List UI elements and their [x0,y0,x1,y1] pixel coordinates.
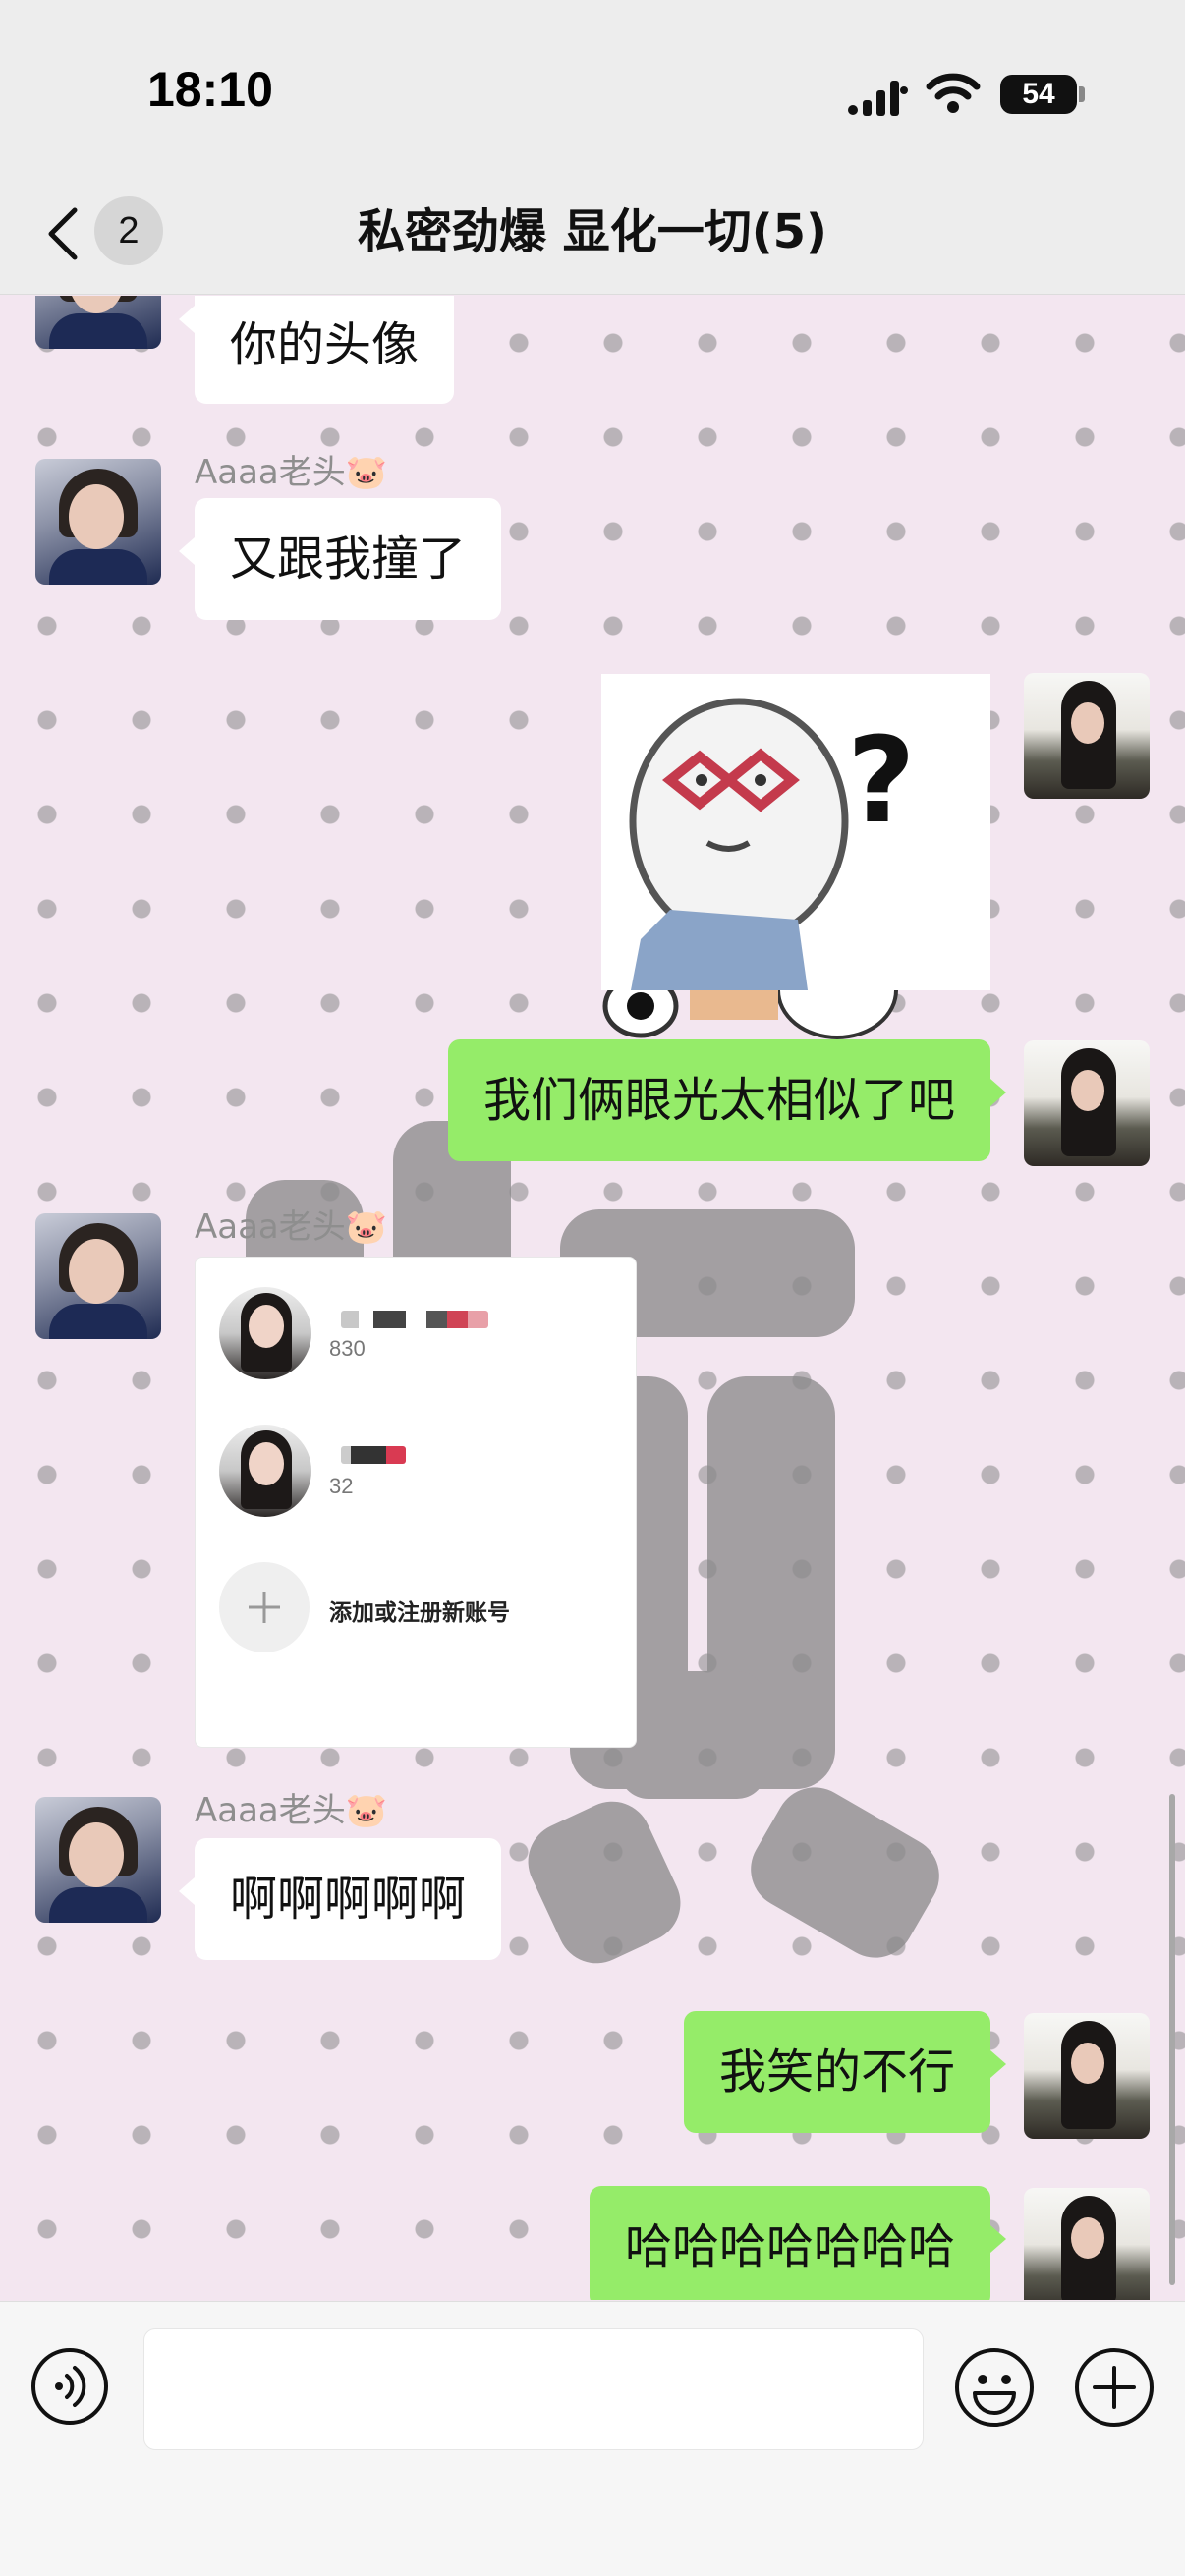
avatar-face [69,296,124,313]
chat-title[interactable]: 私密劲爆 显化一切(5) [197,200,988,263]
avatar-body [49,1304,147,1339]
avatar[interactable] [1024,2013,1150,2139]
avatar[interactable] [35,1797,161,1923]
add-account-label: 添加或注册新账号 [329,1600,510,1626]
blurred-name [341,1446,406,1464]
battery-icon: 54 [1000,75,1077,114]
sender-name: Aaaa老头🐷 [195,453,388,492]
avatar-face [69,1822,124,1887]
avatar-face [249,1442,284,1485]
avatar-face [69,484,124,549]
avatar-face [1071,2217,1104,2259]
sticker-overflow [602,990,898,1039]
message-text: 你的头像 [230,317,420,372]
message-text: 我笑的不行 [718,2044,955,2100]
emoji-icon[interactable] [953,2346,1036,2429]
account-count: 32 [329,1474,354,1498]
avatar[interactable] [1024,2188,1150,2300]
account-avatar [219,1425,311,1517]
account-count: 830 [329,1336,366,1361]
message-bubble[interactable]: 我们俩眼光太相似了吧 [447,1039,1007,1161]
image-message[interactable]: 830 32 添加或注册新账号 [195,1257,637,1748]
avatar[interactable] [35,459,161,585]
avatar-face [1071,702,1104,744]
scrollbar[interactable] [1169,1794,1175,2285]
avatar-face [69,1239,124,1304]
avatar[interactable] [35,1213,161,1339]
blurred-name [341,1311,488,1328]
confused-face-sticker: ? [601,674,990,990]
message-bubble[interactable]: 又跟我撞了 [178,498,502,620]
message-text: 哈哈哈哈哈哈哈 [624,2219,955,2274]
unread-badge[interactable]: 2 [94,196,163,265]
back-icon[interactable] [43,204,83,263]
avatar-face [249,1305,284,1348]
message-text: 又跟我撞了 [230,532,467,587]
message-input[interactable] [143,2328,924,2450]
message-bubble[interactable]: 啊啊啊啊啊 [178,1838,502,1960]
status-time: 18:10 [147,62,273,117]
plus-icon[interactable] [1073,2346,1156,2429]
wifi-icon [926,73,981,113]
svg-text:?: ? [847,713,916,850]
avatar-body [49,1887,147,1923]
avatar-body [49,313,147,349]
account-avatar [219,1287,311,1379]
sender-name: Aaaa老头🐷 [195,1207,388,1247]
status-bar: 18:10 54 [0,0,1185,177]
avatar[interactable] [1024,1040,1150,1166]
battery-cap [1079,86,1085,102]
message-bubble[interactable]: 你的头像 [178,296,455,404]
avatar-body [49,549,147,585]
add-account-button [219,1562,310,1652]
avatar-face [1071,2043,1104,2084]
signal-icon [848,81,908,116]
sender-name: Aaaa老头🐷 [195,1791,388,1830]
message-text: 我们俩眼光太相似了吧 [482,1073,955,1128]
plus-icon [249,1592,280,1623]
message-bubble[interactable]: 我笑的不行 [683,2011,1007,2133]
sticker-image[interactable]: ? [601,674,990,990]
voice-icon[interactable] [29,2346,110,2427]
avatar[interactable] [35,296,161,349]
avatar-face [1071,1070,1104,1111]
message-bubble[interactable]: 哈哈哈哈哈哈哈 [589,2186,1007,2300]
avatar[interactable] [1024,673,1150,799]
message-text: 啊啊啊啊啊 [230,1872,467,1927]
message-list[interactable]: 你的头像 Aaaa老头🐷 又跟我撞了 ? 我们俩眼光太相似了吧 Aaaa老头🐷 … [0,296,1185,2300]
